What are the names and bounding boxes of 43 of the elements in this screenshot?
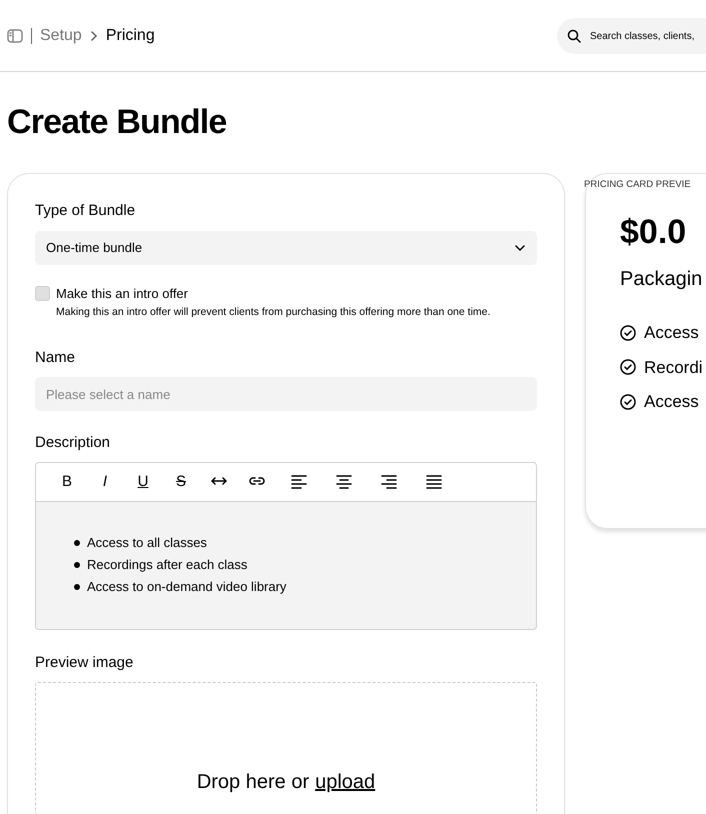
align-left-icon[interactable] — [290, 474, 308, 490]
field-label: Description — [35, 433, 112, 454]
field-label: Name — [35, 348, 76, 368]
check-circle-icon — [620, 324, 636, 341]
price: $0.0 — [620, 212, 688, 252]
field-label: Preview image — [35, 652, 134, 673]
checkbox-label: Make this an intro offer — [56, 284, 188, 302]
drop-zone[interactable]: Drop here or upload — [35, 682, 537, 814]
page-title: Create Bundle — [7, 102, 228, 142]
strikethrough-button[interactable]: S — [162, 466, 200, 497]
check-circle-icon — [620, 359, 636, 376]
justify-icon[interactable] — [424, 474, 442, 490]
upload-link[interactable]: upload — [315, 767, 376, 794]
bundle-name: Packagin — [620, 267, 704, 292]
feature-text: Access — [644, 322, 699, 344]
type-dropdown[interactable]: One-time bundle — [35, 230, 537, 264]
field-label: Type of Bundle — [35, 201, 136, 221]
check-circle-icon — [620, 394, 636, 410]
bullet-icon — [74, 540, 80, 546]
feature-text: Access — [644, 391, 699, 413]
drop-text: Drop here or — [196, 770, 310, 794]
sidebar-icon[interactable] — [7, 28, 23, 42]
list-item: Access to on-demand video library — [87, 578, 286, 596]
search-icon — [567, 29, 581, 43]
breadcrumb-link[interactable]: Setup — [40, 24, 82, 48]
align-center-icon[interactable] — [334, 474, 352, 490]
italic-button[interactable]: I — [86, 466, 124, 497]
bullet-icon — [74, 562, 80, 568]
chevron-down-icon — [514, 244, 526, 252]
chevron-right-icon — [88, 30, 99, 42]
breadcrumb-link[interactable]: Pricing — [106, 24, 155, 48]
list-item: Recordings after each class — [87, 556, 248, 574]
section-label: PRICING CARD PREVIE — [584, 178, 691, 192]
bold-button[interactable]: B — [48, 466, 86, 497]
search-field[interactable]: Search classes, clients, — [557, 18, 706, 54]
hint-text: Making this an intro offer will prevent clients from purchasing this offering more than one time. — [56, 305, 492, 320]
underline-button[interactable]: U — [124, 466, 162, 497]
checkbox[interactable] — [35, 286, 50, 301]
bullet-icon — [74, 584, 80, 590]
align-right-icon[interactable] — [380, 474, 398, 490]
list-item: Access to all classes — [87, 534, 207, 552]
name-field[interactable]: Please select a name — [35, 377, 537, 412]
feature-text: Recordi — [644, 356, 703, 378]
